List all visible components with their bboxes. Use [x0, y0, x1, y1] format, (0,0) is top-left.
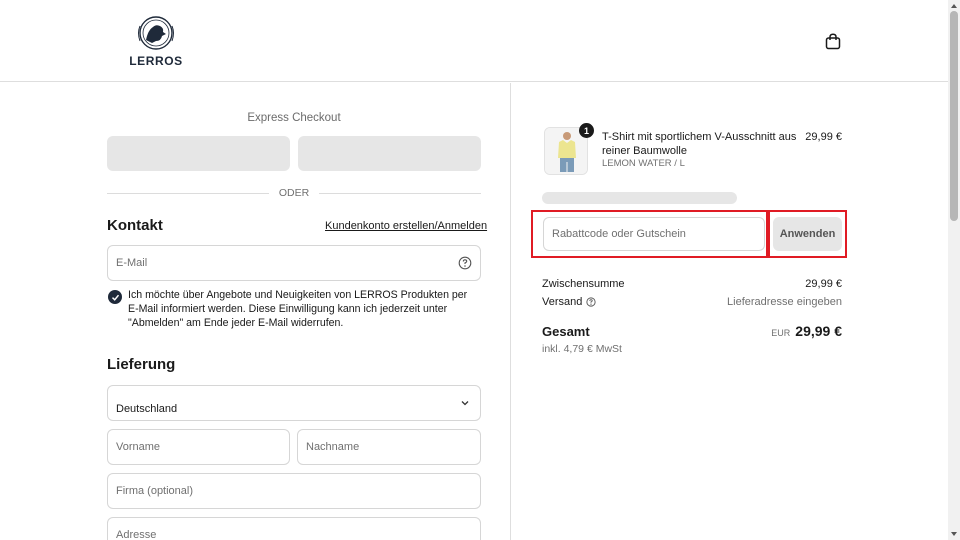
- last-name-placeholder: Nachname: [306, 441, 360, 453]
- apply-discount-button[interactable]: Anwenden: [773, 217, 842, 251]
- express-pay-button-1[interactable]: [107, 136, 290, 171]
- info-icon[interactable]: [586, 297, 596, 307]
- first-name-placeholder: Vorname: [116, 441, 161, 453]
- product-price: 29,99 €: [805, 131, 842, 143]
- total-value-group: EUR 29,99 €: [771, 323, 842, 339]
- lerros-logo[interactable]: LERROS: [126, 14, 186, 70]
- discount-placeholder: Rabattcode oder Gutschein: [552, 228, 686, 240]
- or-separator: ODER: [107, 186, 481, 200]
- company-placeholder: Firma (optional): [116, 485, 194, 497]
- separator-text: ODER: [278, 187, 310, 199]
- total-row: Gesamt EUR 29,99 €: [542, 323, 842, 339]
- delivery-title: Lieferung: [107, 356, 176, 373]
- scrollbar-thumb[interactable]: [950, 11, 958, 221]
- discount-code-input[interactable]: Rabattcode oder Gutschein: [543, 217, 765, 251]
- total-currency: EUR: [771, 328, 791, 338]
- contact-title: Kontakt: [107, 217, 163, 234]
- total-label: Gesamt: [542, 324, 590, 339]
- country-value: Deutschland: [116, 403, 178, 415]
- shipping-row: Versand Lieferadresse eingeben: [542, 296, 842, 308]
- scroll-down-arrow-icon[interactable]: [950, 530, 958, 538]
- email-placeholder: E-Mail: [116, 257, 148, 269]
- first-name-field[interactable]: Vorname: [107, 429, 290, 465]
- express-checkout-label: Express Checkout: [247, 112, 341, 124]
- order-summary-panel: 1 T-Shirt mit sportlichem V-Ausschnitt a…: [512, 83, 948, 540]
- shipping-value: Lieferadresse eingeben: [727, 296, 842, 308]
- newsletter-checkbox[interactable]: [108, 290, 122, 304]
- shipping-label-group: Versand: [542, 296, 596, 308]
- shipping-label: Versand: [542, 296, 583, 308]
- product-name: T-Shirt mit sportlichem V-Ausschnitt aus…: [602, 131, 797, 157]
- apply-highlight-box: Anwenden: [768, 210, 847, 258]
- header: LERROS: [0, 0, 948, 82]
- newsletter-consent-text: Ich möchte über Angebote und Neuigkeiten…: [128, 289, 468, 329]
- discount-highlight-box: Rabattcode oder Gutschein: [531, 210, 768, 258]
- help-icon[interactable]: [458, 256, 472, 270]
- logo-text: LERROS: [129, 54, 183, 68]
- email-field[interactable]: E-Mail: [107, 245, 481, 281]
- address-field[interactable]: Adresse: [107, 517, 481, 540]
- checkout-form-panel: Express Checkout ODER Kontakt Kundenkont…: [0, 83, 511, 540]
- tax-note: inkl. 4,79 € MwSt: [542, 343, 622, 355]
- loading-placeholder: [542, 192, 737, 204]
- checkmark-icon: [111, 294, 119, 301]
- subtotal-row: Zwischensumme 29,99 €: [542, 278, 842, 290]
- last-name-field[interactable]: Nachname: [297, 429, 481, 465]
- address-placeholder: Adresse: [116, 529, 157, 540]
- chevron-down-icon: [461, 401, 469, 406]
- subtotal-value: 29,99 €: [805, 278, 842, 290]
- page-scrollbar[interactable]: [948, 0, 960, 540]
- cart-button[interactable]: [822, 30, 844, 52]
- country-select[interactable]: Deutschland: [107, 385, 481, 421]
- shopping-bag-icon: [825, 33, 841, 49]
- lion-crest-icon: [138, 16, 174, 50]
- subtotal-label: Zwischensumme: [542, 278, 625, 290]
- company-field[interactable]: Firma (optional): [107, 473, 481, 509]
- quantity-badge: 1: [579, 123, 594, 138]
- separator-line: [319, 192, 481, 194]
- create-account-login-link[interactable]: Kundenkonto erstellen/Anmelden: [325, 220, 487, 232]
- express-pay-button-2[interactable]: [298, 136, 481, 171]
- scroll-up-arrow-icon[interactable]: [950, 2, 958, 10]
- separator-line: [107, 192, 269, 194]
- total-amount: 29,99 €: [795, 323, 842, 339]
- product-variant: LEMON WATER / L: [602, 158, 685, 169]
